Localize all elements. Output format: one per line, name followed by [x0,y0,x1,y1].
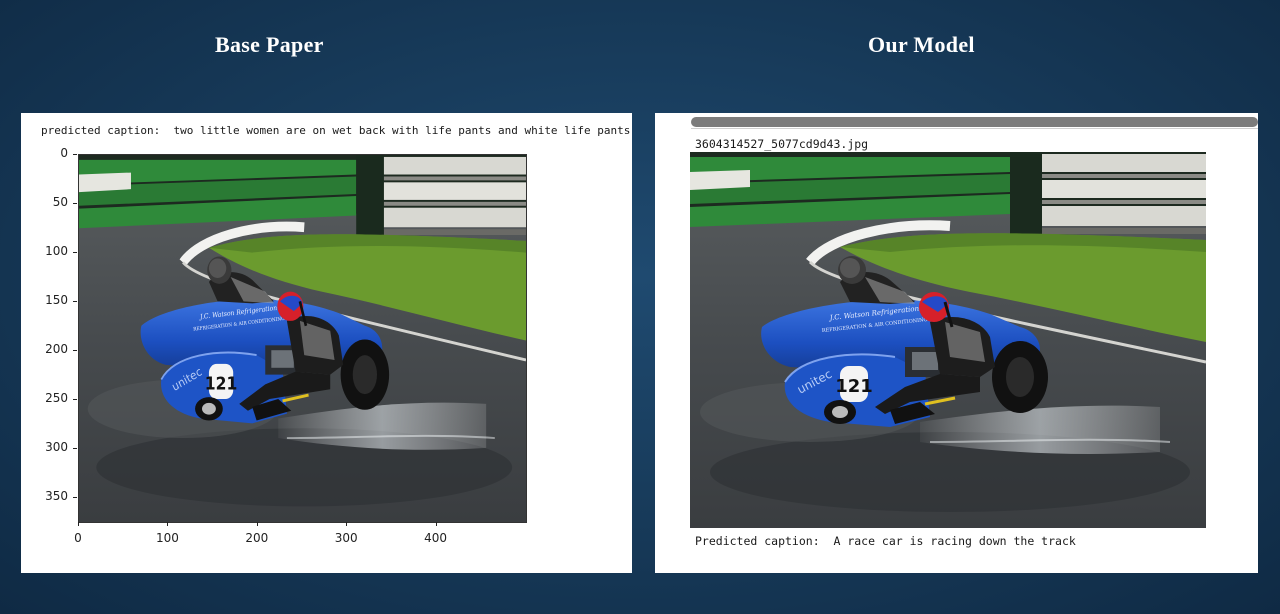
x-tick-mark [256,522,258,526]
x-tick-label: 200 [245,531,269,545]
image-filename: 3604314527_5077cd9d43.jpg [695,137,869,151]
divider [691,128,1258,129]
x-tick-mark [167,522,169,526]
y-tick-mark [73,300,77,302]
sidecar-race-image [79,155,526,522]
y-tick-mark [73,154,77,155]
y-tick-label: 150 [45,292,68,307]
base-paper-panel: predicted caption: two little women are … [21,113,632,573]
x-tick-label: 0 [74,531,82,545]
sidecar-race-image [690,152,1206,528]
y-tick-label: 50 [52,194,68,209]
base-predicted-caption: predicted caption: two little women are … [41,124,631,137]
scrollbar[interactable] [691,117,1258,127]
y-tick-mark [73,349,77,351]
x-tick-label: 400 [424,531,448,545]
y-tick-label: 200 [45,341,68,356]
y-tick-label: 350 [45,488,68,503]
y-tick-mark [73,398,77,400]
y-tick-mark [73,251,77,253]
x-tick-label: 100 [155,531,179,545]
model-predicted-caption: Predicted caption: A race car is racing … [695,534,1076,548]
y-tick-label: 250 [45,390,68,405]
x-tick-mark [78,522,79,526]
x-tick-mark [435,522,437,526]
y-tick-label: 0 [60,146,68,160]
x-tick-mark [346,522,348,526]
x-tick-label: 300 [334,531,358,545]
model-photo [690,152,1206,528]
y-tick-label: 300 [45,439,68,454]
y-tick-label: 100 [45,243,68,258]
our-model-panel: 3604314527_5077cd9d43.jpg Predicted capt… [655,113,1258,573]
left-title: Base Paper [215,32,324,57]
right-title: Our Model [868,32,975,57]
y-tick-mark [73,447,77,449]
y-tick-mark [73,202,77,204]
base-photo [78,154,527,523]
y-tick-mark [73,496,77,498]
